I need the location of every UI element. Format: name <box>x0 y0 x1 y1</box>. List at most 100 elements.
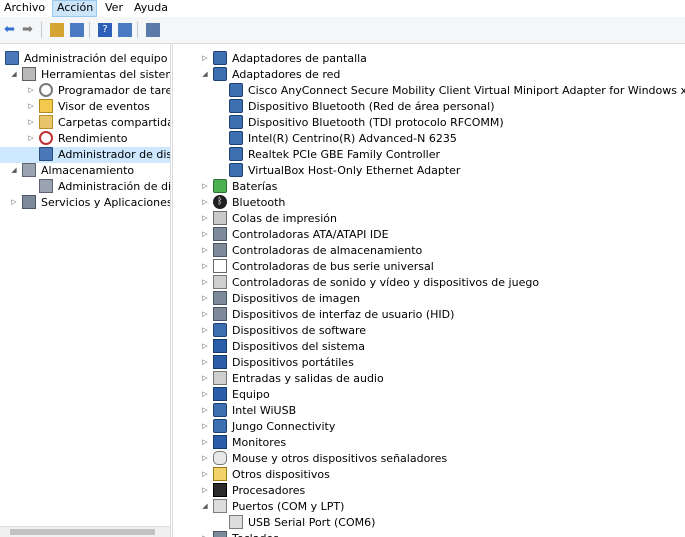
collapsed-arrow-icon[interactable]: ▷ <box>201 53 209 63</box>
device-tree-item[interactable]: ▷ Controladoras de bus serie universal <box>173 259 685 275</box>
device-tree-item[interactable]: USB Serial Port (COM6) <box>173 515 685 531</box>
device-tree-item[interactable]: ▷ Intel WiUSB <box>173 403 685 419</box>
system-device-icon <box>213 339 227 353</box>
menu-ayuda[interactable]: Ayuda <box>130 0 170 17</box>
device-tree-item[interactable]: ▷ Dispositivos de imagen <box>173 291 685 307</box>
collapsed-arrow-icon[interactable]: ▷ <box>201 421 209 431</box>
scan-hardware-button[interactable] <box>144 21 162 39</box>
collapsed-arrow-icon[interactable]: ▷ <box>27 117 35 127</box>
horizontal-scrollbar[interactable] <box>0 526 170 537</box>
device-tree-item[interactable]: ▷ Jungo Connectivity <box>173 419 685 435</box>
task-scheduler-icon <box>39 83 53 97</box>
nav-tree-item[interactable]: ◢ Almacenamiento <box>0 163 170 179</box>
collapsed-arrow-icon[interactable]: ▷ <box>201 181 209 191</box>
device-tree-item[interactable]: ▷ Controladoras de sonido y vídeo y dispo… <box>173 275 685 291</box>
nav-tree-item[interactable]: ▷ Servicios y Aplicaciones <box>0 195 170 211</box>
device-tree-item[interactable]: ▷ Controladoras ATA/ATAPI IDE <box>173 227 685 243</box>
nav-tree-item[interactable]: ▷ Visor de eventos <box>0 99 170 115</box>
services-apps-icon <box>22 195 36 209</box>
help-button[interactable]: ? <box>96 21 114 39</box>
device-tree-item[interactable]: VirtualBox Host-Only Ethernet Adapter <box>173 163 685 179</box>
device-tree-item[interactable]: Cisco AnyConnect Secure Mobility Client … <box>173 83 685 99</box>
nav-tree-item[interactable]: Administrador de dispo <box>0 147 170 163</box>
device-tree-item[interactable]: Intel(R) Centrino(R) Advanced-N 6235 <box>173 131 685 147</box>
system-tools-icon <box>22 67 36 81</box>
port-icon <box>213 499 227 513</box>
nav-tree-item[interactable]: ◢ Herramientas del sistema <box>0 67 170 83</box>
device-tree-item[interactable]: ▷ Dispositivos portátiles <box>173 355 685 371</box>
collapsed-arrow-icon[interactable]: ▷ <box>201 389 209 399</box>
collapsed-arrow-icon[interactable]: ▷ <box>201 437 209 447</box>
collapsed-arrow-icon[interactable]: ▷ <box>201 197 209 207</box>
device-tree-item[interactable]: Dispositivo Bluetooth (TDI protocolo RFC… <box>173 115 685 131</box>
computer-icon <box>213 387 227 401</box>
properties-pane-button[interactable] <box>116 21 134 39</box>
device-tree-item[interactable]: ▷ Mouse y otros dispositivos señaladores <box>173 451 685 467</box>
collapsed-arrow-icon[interactable]: ▷ <box>201 373 209 383</box>
nav-tree-item[interactable]: Administración de disco <box>0 179 170 195</box>
collapsed-arrow-icon[interactable]: ▷ <box>27 101 35 111</box>
device-tree-item[interactable]: ▷ ᛒ Bluetooth <box>173 195 685 211</box>
device-tree-item[interactable]: ◢ Puertos (COM y LPT) <box>173 499 685 515</box>
device-tree-item[interactable]: ▷ Dispositivos de interfaz de usuario (HI… <box>173 307 685 323</box>
collapsed-arrow-icon[interactable]: ▷ <box>201 213 209 223</box>
device-tree-item[interactable]: ▷ Procesadores <box>173 483 685 499</box>
device-tree-item[interactable]: Realtek PCIe GBE Family Controller <box>173 147 685 163</box>
collapsed-arrow-icon[interactable]: ▷ <box>27 85 35 95</box>
show-hide-tree-button[interactable] <box>68 21 86 39</box>
device-tree-item[interactable]: ◢ Adaptadores de red <box>173 67 685 83</box>
printer-icon <box>213 211 227 225</box>
nav-tree-item[interactable]: ▷ Rendimiento <box>0 131 170 147</box>
device-tree-item[interactable]: ▷ Monitores <box>173 435 685 451</box>
collapsed-arrow-icon[interactable]: ▷ <box>201 357 209 367</box>
menu-ver[interactable]: Ver <box>101 0 127 17</box>
forward-arrow-button[interactable]: ➡ <box>20 21 38 39</box>
scrollbar-thumb[interactable] <box>10 529 155 535</box>
device-tree-item[interactable]: ▷ Dispositivos de software <box>173 323 685 339</box>
expanded-arrow-icon[interactable]: ◢ <box>201 69 209 79</box>
nav-tree-item[interactable]: ▷ Carpetas compartidas <box>0 115 170 131</box>
collapsed-arrow-icon[interactable]: ▷ <box>201 309 209 319</box>
collapsed-arrow-icon[interactable]: ▷ <box>201 533 209 537</box>
collapsed-arrow-icon[interactable]: ▷ <box>201 469 209 479</box>
device-tree-item[interactable]: ▷ Baterías <box>173 179 685 195</box>
collapsed-arrow-icon[interactable]: ▷ <box>10 197 18 207</box>
nav-tree-item[interactable]: Administración del equipo (loc <box>0 51 170 67</box>
device-tree-item[interactable]: ▷ Adaptadores de pantalla <box>173 51 685 67</box>
collapsed-arrow-icon[interactable]: ▷ <box>201 245 209 255</box>
expanded-arrow-icon[interactable]: ◢ <box>10 165 18 175</box>
collapsed-arrow-icon[interactable]: ▷ <box>201 229 209 239</box>
collapsed-arrow-icon[interactable]: ▷ <box>201 341 209 351</box>
expanded-arrow-icon[interactable]: ◢ <box>10 69 18 79</box>
menu-archivo[interactable]: Archivo <box>0 0 49 17</box>
expanded-arrow-icon[interactable]: ◢ <box>201 501 209 511</box>
device-tree-item[interactable]: ▷ Otros dispositivos <box>173 467 685 483</box>
device-tree-item[interactable]: ▷ Equipo <box>173 387 685 403</box>
tree-item-label: Servicios y Aplicaciones <box>41 196 171 209</box>
collapsed-arrow-icon[interactable]: ▷ <box>201 325 209 335</box>
collapsed-arrow-icon[interactable]: ▷ <box>201 485 209 495</box>
device-tree-item[interactable]: ▷ Controladoras de almacenamiento <box>173 243 685 259</box>
collapsed-arrow-icon[interactable]: ▷ <box>201 277 209 287</box>
device-tree-item[interactable]: ▷ Teclados <box>173 531 685 537</box>
device-tree-item[interactable]: ▷ Colas de impresión <box>173 211 685 227</box>
menu-acción[interactable]: Acción <box>52 0 97 17</box>
collapsed-arrow-icon[interactable]: ▷ <box>201 453 209 463</box>
tree-item-label: Cisco AnyConnect Secure Mobility Client … <box>248 84 685 97</box>
tree-item-label: Teclados <box>232 531 279 537</box>
device-tree-pane[interactable]: ▷ Adaptadores de pantalla ◢ Adaptadores de … <box>172 44 685 537</box>
device-tree-item[interactable]: ▷ Entradas y salidas de audio <box>173 371 685 387</box>
device-tree-item[interactable]: Dispositivo Bluetooth (Red de área perso… <box>173 99 685 115</box>
tree-item-label: Controladoras de bus serie universal <box>232 260 434 273</box>
back-arrow-button[interactable]: ⬅ <box>2 21 20 39</box>
navigation-tree-pane[interactable]: Administración del equipo (loc ◢ Herramien… <box>0 44 171 537</box>
collapsed-arrow-icon[interactable]: ▷ <box>201 405 209 415</box>
tree-item-label: Bluetooth <box>232 196 286 209</box>
collapsed-arrow-icon[interactable]: ▷ <box>201 293 209 303</box>
up-folder-button[interactable] <box>48 21 66 39</box>
portable-device-icon <box>213 355 227 369</box>
collapsed-arrow-icon[interactable]: ▷ <box>201 261 209 271</box>
device-tree-item[interactable]: ▷ Dispositivos del sistema <box>173 339 685 355</box>
nav-tree-item[interactable]: ▷ Programador de tareas <box>0 83 170 99</box>
collapsed-arrow-icon[interactable]: ▷ <box>27 133 35 143</box>
